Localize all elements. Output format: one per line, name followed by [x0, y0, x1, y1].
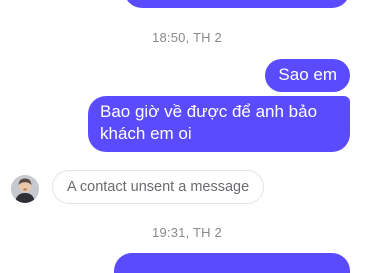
outgoing-message-bubble[interactable]: Sao em — [265, 59, 350, 92]
message-text: Bao giờ về được để anh bảo khách em oi — [100, 102, 318, 143]
message-timestamp: 19:31, TH 2 — [152, 225, 222, 240]
unsent-message-notice: A contact unsent a message — [52, 170, 265, 204]
person-silhouette-icon — [11, 175, 39, 203]
outgoing-message-bubble[interactable]: Bao giờ về được để anh bảo khách em oi — [88, 96, 350, 152]
outgoing-message-bubble-partial[interactable] — [114, 253, 350, 273]
outgoing-message-bubble-partial[interactable] — [124, 0, 350, 8]
message-timestamp: 18:50, TH 2 — [152, 30, 222, 45]
contact-avatar-icon[interactable] — [11, 175, 39, 203]
message-text: Sao em — [278, 65, 337, 84]
